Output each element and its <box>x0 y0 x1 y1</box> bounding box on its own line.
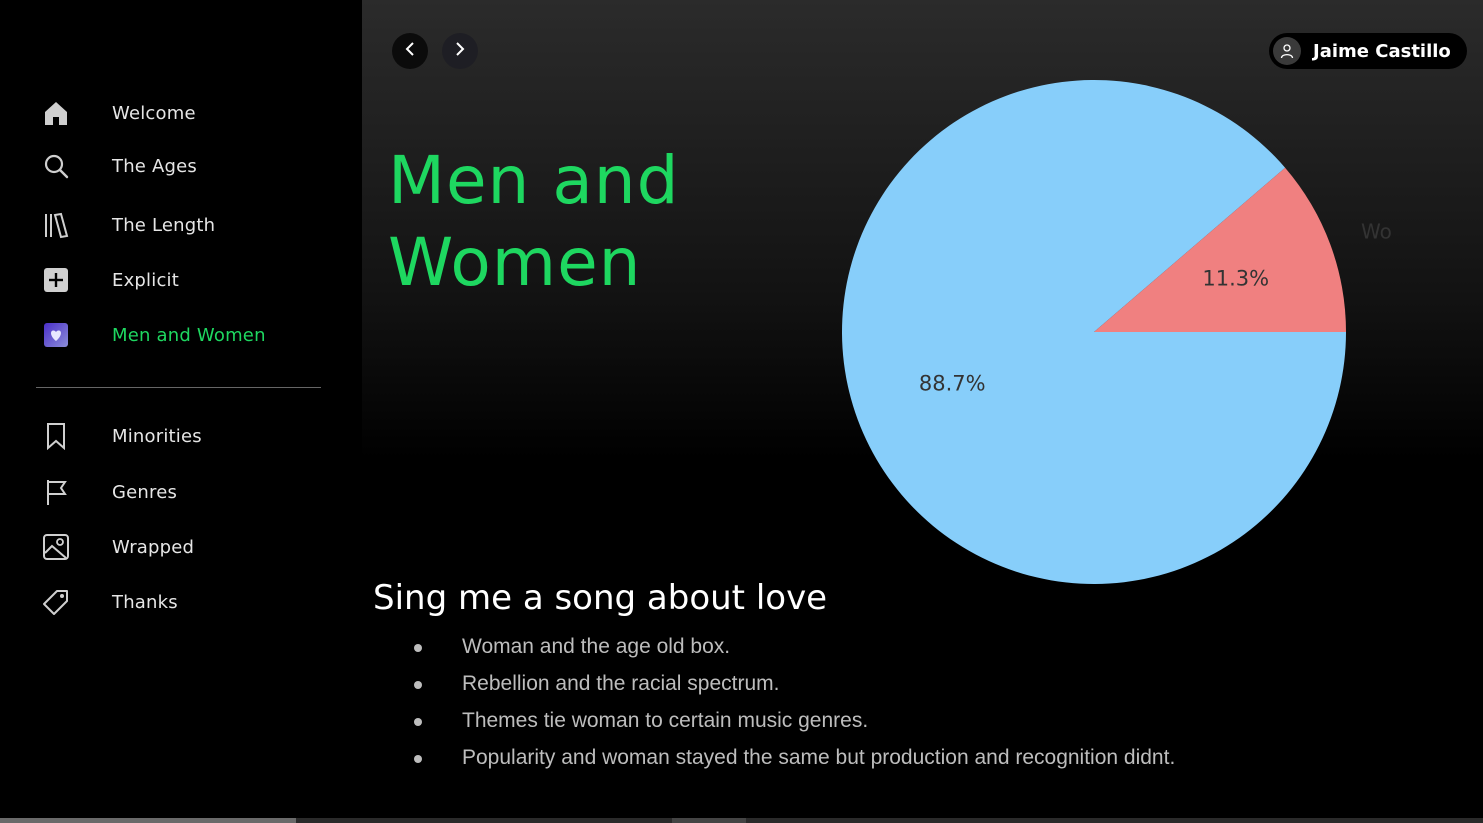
sidebar-item-label: The Length <box>112 214 216 236</box>
flag-icon <box>36 472 76 512</box>
back-button[interactable] <box>392 33 428 69</box>
list-item: Woman and the age old box. <box>412 630 1175 667</box>
app-window: Welcome The Ages The Length Explicit Men… <box>0 0 1483 823</box>
bullet-dot <box>414 718 422 726</box>
list-item: Rebellion and the racial spectrum. <box>412 667 1175 704</box>
section-heading: Sing me a song about love <box>373 578 828 618</box>
sidebar-item-thanks[interactable]: Thanks <box>36 582 326 622</box>
sidebar-item-label: Thanks <box>112 591 178 613</box>
list-item-text: Woman and the age old box. <box>462 635 731 658</box>
sidebar-item-minorities[interactable]: Minorities <box>36 416 326 456</box>
page-title: Men and Women <box>388 142 680 301</box>
bookmark-icon <box>36 416 76 456</box>
image-icon <box>36 527 76 567</box>
search-icon <box>36 146 76 186</box>
home-icon <box>36 93 76 133</box>
sidebar-item-wrapped[interactable]: Wrapped <box>36 527 326 567</box>
sidebar-item-label: Wrapped <box>112 536 195 558</box>
sidebar-item-the-ages[interactable]: The Ages <box>36 146 326 186</box>
scrollbar-thumb[interactable] <box>0 818 296 823</box>
sidebar-item-genres[interactable]: Genres <box>36 472 326 512</box>
pie-slice-men <box>842 80 1346 585</box>
chevron-right-icon <box>452 41 468 61</box>
bullet-dot <box>414 681 422 689</box>
sidebar-item-label: The Ages <box>112 155 197 177</box>
user-icon <box>1273 37 1301 65</box>
horizontal-scrollbar[interactable] <box>0 818 1483 823</box>
list-item-text: Popularity and woman stayed the same but… <box>462 746 1176 769</box>
scrollbar-segment <box>672 818 746 823</box>
pie-value-label: 11.3% <box>1202 266 1269 290</box>
bullet-dot <box>414 755 422 763</box>
chevron-left-icon <box>402 41 418 61</box>
sidebar: Welcome The Ages The Length Explicit Men… <box>0 0 362 818</box>
sidebar-item-label: Welcome <box>112 102 196 124</box>
list-item-text: Rebellion and the racial spectrum. <box>462 672 780 695</box>
user-menu-button[interactable]: Jaime Castillo <box>1269 33 1467 69</box>
pie-category-label: Woman <box>1361 220 1392 244</box>
sidebar-item-explicit[interactable]: Explicit <box>36 260 326 300</box>
sidebar-item-label: Minorities <box>112 425 202 447</box>
sidebar-divider <box>36 387 321 388</box>
user-name: Jaime Castillo <box>1313 40 1451 62</box>
main-content: Jaime Castillo Men and Women 88.7%Men11.… <box>362 0 1483 818</box>
pie-value-label: 88.7% <box>919 372 986 396</box>
library-icon <box>36 205 76 245</box>
list-item: Themes tie woman to certain music genres… <box>412 704 1175 741</box>
heart-square-icon <box>36 315 76 355</box>
list-item: Popularity and woman stayed the same but… <box>412 741 1175 778</box>
sidebar-item-welcome[interactable]: Welcome <box>36 93 326 133</box>
sidebar-item-men-and-women[interactable]: Men and Women <box>36 315 326 355</box>
forward-button[interactable] <box>442 33 478 69</box>
sidebar-item-label: Men and Women <box>112 324 266 346</box>
list-item-text: Themes tie woman to certain music genres… <box>462 709 869 732</box>
tag-icon <box>36 582 76 622</box>
sidebar-item-the-length[interactable]: The Length <box>36 205 326 245</box>
sidebar-item-label: Genres <box>112 481 178 503</box>
gender-pie-chart: 88.7%Men11.3%Woman <box>785 70 1436 600</box>
plus-square-icon <box>36 260 76 300</box>
bullet-dot <box>414 644 422 652</box>
bullet-list: Woman and the age old box. Rebellion and… <box>412 630 1175 778</box>
sidebar-item-label: Explicit <box>112 269 180 291</box>
